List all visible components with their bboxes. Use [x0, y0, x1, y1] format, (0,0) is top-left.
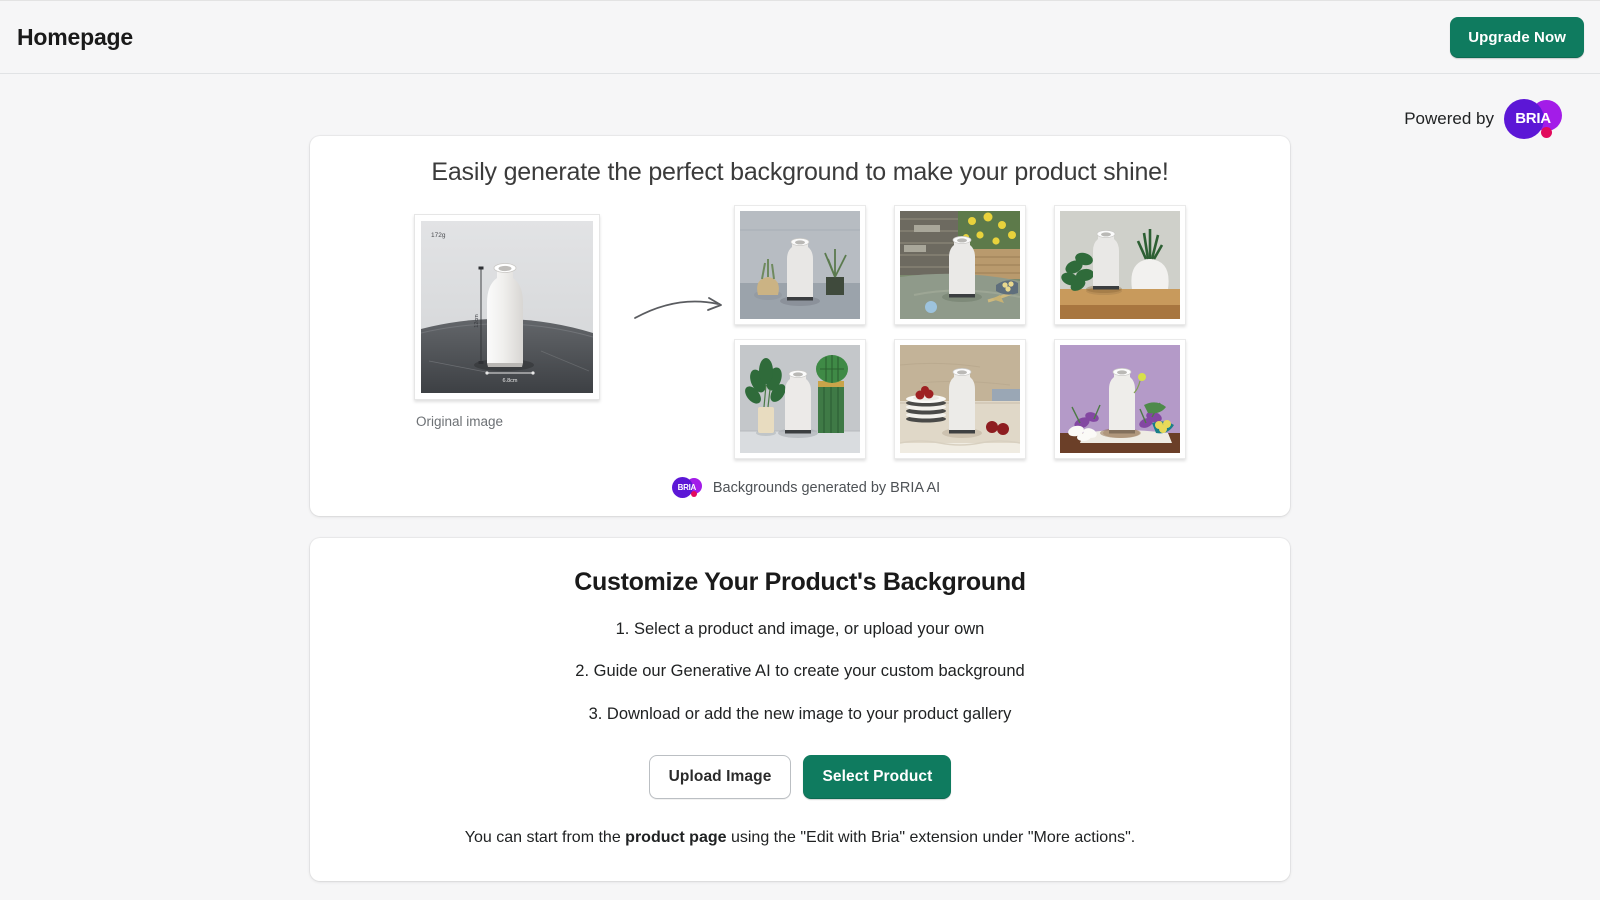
hero-title: Easily generate the perfect background t…: [330, 158, 1270, 187]
credit-text: Backgrounds generated by BRIA AI: [713, 480, 940, 496]
hero-card: Easily generate the perfect background t…: [310, 136, 1290, 516]
top-bar: Homepage Upgrade Now: [0, 0, 1600, 74]
bria-credit-logo-text: BRIA: [672, 477, 702, 498]
page-title: Homepage: [16, 24, 133, 51]
generated-image-5[interactable]: [894, 339, 1026, 459]
footnote-product-page: product page: [625, 829, 726, 846]
footnote: You can start from the product page usin…: [334, 829, 1266, 847]
bria-logo-icon: BRIA: [1504, 99, 1562, 139]
original-image-frame: 12cm 6.8cm 172g: [414, 214, 600, 400]
generated-image-3-illustration: [1060, 211, 1180, 319]
generated-image-3[interactable]: [1054, 205, 1186, 325]
footnote-suffix: using the "Edit with Bria" extension und…: [727, 829, 1136, 846]
generated-image-5-illustration: [900, 345, 1020, 453]
customize-title: Customize Your Product's Background: [334, 568, 1266, 597]
hero-body: 12cm 6.8cm 172g Original image: [330, 205, 1270, 459]
svg-text:6.8cm: 6.8cm: [503, 378, 518, 384]
generated-image-1[interactable]: [734, 205, 866, 325]
bria-logo-text: BRIA: [1504, 99, 1562, 139]
credit-row: BRIA Backgrounds generated by BRIA AI: [330, 477, 1270, 498]
generated-image-6[interactable]: [1054, 339, 1186, 459]
upgrade-now-button[interactable]: Upgrade Now: [1450, 17, 1584, 58]
powered-by-label: Powered by: [1404, 109, 1494, 129]
svg-text:12cm: 12cm: [474, 314, 480, 328]
steps-list: 1. Select a product and image, or upload…: [334, 618, 1266, 725]
original-image: 12cm 6.8cm 172g: [421, 221, 593, 393]
action-buttons: Upload Image Select Product: [334, 755, 1266, 799]
step-item: 1. Select a product and image, or upload…: [334, 618, 1266, 640]
generated-image-1-illustration: [740, 211, 860, 319]
generated-image-6-illustration: [1060, 345, 1180, 453]
generated-image-2[interactable]: [894, 205, 1026, 325]
generated-images-grid: [734, 205, 1186, 459]
step-item: 3. Download or add the new image to your…: [334, 703, 1266, 725]
step-item: 2. Guide our Generative AI to create you…: [334, 660, 1266, 682]
footnote-prefix: You can start from the: [465, 829, 625, 846]
bria-credit-logo-icon: BRIA: [672, 477, 702, 498]
arrow-column: [626, 205, 734, 327]
original-image-label: Original image: [414, 414, 503, 429]
main-content: Easily generate the perfect background t…: [0, 136, 1600, 881]
powered-by-row: Powered by BRIA: [0, 74, 1600, 136]
svg-text:172g: 172g: [431, 232, 446, 239]
curved-arrow-right-icon: [632, 287, 728, 327]
original-image-column: 12cm 6.8cm 172g Original image: [414, 205, 626, 429]
original-image-illustration: 12cm 6.8cm 172g: [421, 221, 593, 393]
upload-image-button[interactable]: Upload Image: [649, 755, 792, 799]
generated-image-4[interactable]: [734, 339, 866, 459]
customize-card: Customize Your Product's Background 1. S…: [310, 538, 1290, 881]
select-product-button[interactable]: Select Product: [803, 755, 951, 799]
generated-image-4-illustration: [740, 345, 860, 453]
generated-image-2-illustration: [900, 211, 1020, 319]
